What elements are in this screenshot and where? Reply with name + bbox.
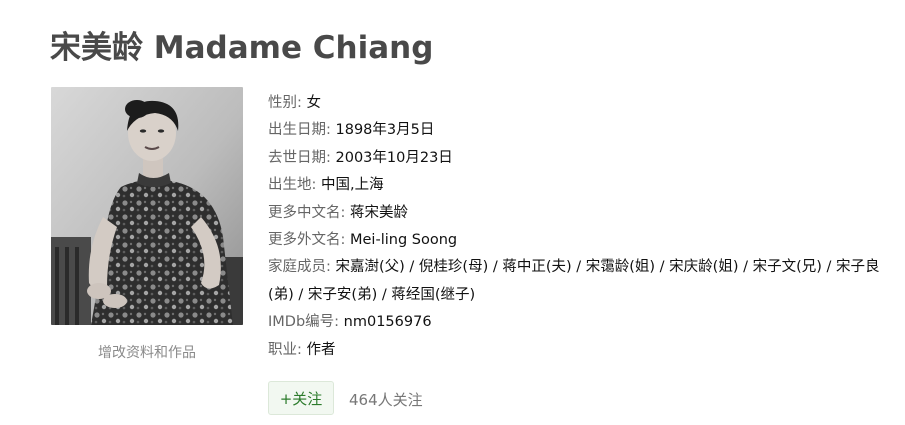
family-row: 家庭成员: 宋嘉澍(父) / 倪桂珍(母) / 蒋中正(夫) / 宋霭龄(姐) …: [268, 254, 888, 309]
other-foreign-names-row: 更多外文名: Mei-ling Soong: [268, 227, 888, 254]
occupation-value: 作者: [306, 341, 336, 358]
family-label: 家庭成员:: [268, 259, 331, 276]
birthplace-value: 中国,上海: [321, 177, 384, 194]
celebrity-info: 性别: 女 出生日期: 1898年3月5日 去世日期: 2003年10月23日 …: [268, 90, 888, 364]
imdb-row: IMDb编号: nm0156976: [268, 309, 888, 336]
page-title: 宋美龄 Madame Chiang: [50, 30, 434, 66]
edit-profile-link[interactable]: 增改资料和作品: [51, 342, 243, 362]
gender-label: 性别:: [268, 95, 302, 111]
imdb-label: IMDb编号:: [268, 314, 340, 331]
gender-row: 性别: 女: [268, 90, 888, 117]
death-date-row: 去世日期: 2003年10月23日: [268, 145, 888, 172]
other-cn-names-row: 更多中文名: 蒋宋美龄: [268, 200, 888, 227]
other-cn-names-value: 蒋宋美龄: [350, 204, 408, 221]
other-cn-names-label: 更多中文名:: [268, 204, 346, 221]
imdb-value: nm0156976: [343, 314, 432, 331]
portrait-photo[interactable]: [51, 87, 243, 325]
occupation-label: 职业:: [268, 341, 302, 358]
death-date-label: 去世日期:: [268, 149, 331, 166]
birthplace-row: 出生地: 中国,上海: [268, 172, 888, 199]
birthplace-label: 出生地:: [268, 177, 317, 194]
death-date-value: 2003年10月23日: [335, 149, 453, 166]
occupation-row: 职业: 作者: [268, 337, 888, 364]
follow-button[interactable]: +关注: [268, 381, 334, 415]
family-value: 宋嘉澍(父) / 倪桂珍(母) / 蒋中正(夫) / 宋霭龄(姐) / 宋庆龄(…: [268, 259, 880, 303]
follower-count: 464人关注: [349, 391, 423, 409]
birth-date-row: 出生日期: 1898年3月5日: [268, 117, 888, 144]
other-foreign-names-value: Mei-ling Soong: [350, 232, 458, 249]
birth-date-value: 1898年3月5日: [335, 122, 435, 139]
gender-value: 女: [306, 95, 322, 111]
birth-date-label: 出生日期:: [268, 122, 331, 139]
other-foreign-names-label: 更多外文名:: [268, 232, 346, 249]
